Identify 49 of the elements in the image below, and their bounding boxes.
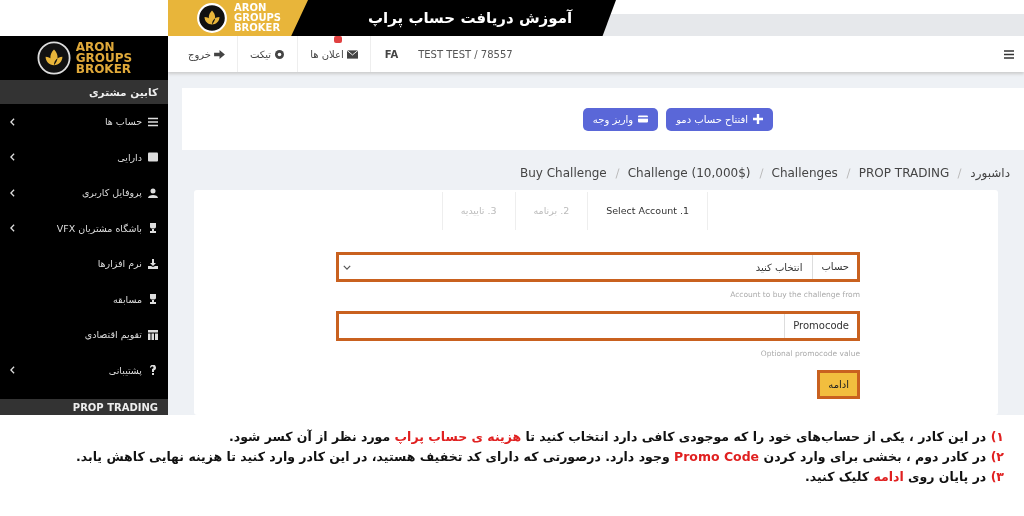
step-tab[interactable]: 1. Select Account xyxy=(587,192,708,230)
instruction-text: ۳) در پایان روی ادامه کلیک کنید. xyxy=(804,469,1004,484)
sidebar-item[interactable]: پشتیبانی xyxy=(0,352,168,388)
language-label[interactable]: FA xyxy=(370,48,413,60)
leaf-logo-icon xyxy=(35,40,72,76)
wallet-icon xyxy=(148,152,158,163)
sidebar-item[interactable]: نرم افزارها xyxy=(0,246,168,282)
breadcrumb-link[interactable]: Challenges xyxy=(771,166,838,180)
sidebar-item[interactable]: دارایی xyxy=(0,139,168,175)
trophy-icon xyxy=(148,294,158,305)
sidebar-item[interactable]: پروفایل کاربری xyxy=(0,175,168,211)
trophy-icon xyxy=(148,223,158,234)
topbar-button[interactable]: خروج xyxy=(176,36,238,72)
continue-button[interactable]: ادامه xyxy=(820,373,857,396)
breadcrumb-link[interactable]: PROP TRADING xyxy=(858,166,950,180)
user-icon xyxy=(148,187,158,198)
user-label: TEST TEST / 78557 xyxy=(417,48,514,60)
chevron-down-icon xyxy=(343,264,351,270)
breadcrumb-separator-icon xyxy=(957,167,963,179)
instruction-text: ۱) در این کادر ، یکی از حساب‌های خود را که موجودی کافی دارد انتخاب کنید تا هزینه ی حساب پراپ مورد نظر از آن کسر شود. xyxy=(228,429,1004,444)
breadcrumb-link[interactable]: داشبورد xyxy=(970,166,1010,180)
topbar-button[interactable]: اعلان ها xyxy=(298,36,371,72)
sidebar-header: کابین مشتری xyxy=(0,80,168,104)
breadcrumb-separator-icon xyxy=(614,167,620,179)
sidebar-section-header: PROP TRADING xyxy=(0,399,168,415)
list-icon xyxy=(148,116,158,127)
menu-icon[interactable] xyxy=(1004,49,1014,59)
card-icon xyxy=(638,114,649,124)
logo-text: ARON GROUPS BROKER xyxy=(234,3,282,33)
action-button[interactable]: واریز وجه xyxy=(582,107,659,131)
banner-title: آموزش دریافت حساب پراپ xyxy=(368,9,573,27)
sidebar-item[interactable]: باشگاه مشتریان VFX xyxy=(0,210,168,246)
notification-badge xyxy=(333,36,342,43)
plus-icon xyxy=(753,114,764,124)
sidebar-item[interactable]: حساب ها xyxy=(0,104,168,140)
question-icon xyxy=(148,365,158,376)
download-icon xyxy=(148,258,158,269)
breadcrumb-link[interactable]: Buy Challenge xyxy=(520,166,607,180)
calendar-icon xyxy=(148,329,158,340)
envelope-icon xyxy=(346,49,358,59)
logo-text: ARON GROUPS BROKER xyxy=(75,41,133,75)
breadcrumb-separator-icon xyxy=(758,167,764,179)
action-button[interactable]: افتتاح حساب دمو xyxy=(666,107,774,131)
sidebar-item[interactable]: تقویم اقتصادی xyxy=(0,317,168,353)
breadcrumb-link[interactable]: Challenge (10,000$) xyxy=(627,166,751,180)
breadcrumb-separator-icon xyxy=(845,167,851,179)
sidebar-item[interactable]: مسابقه xyxy=(0,281,168,317)
logout-icon xyxy=(214,49,225,59)
topbar-button[interactable]: تیکت xyxy=(238,36,299,72)
